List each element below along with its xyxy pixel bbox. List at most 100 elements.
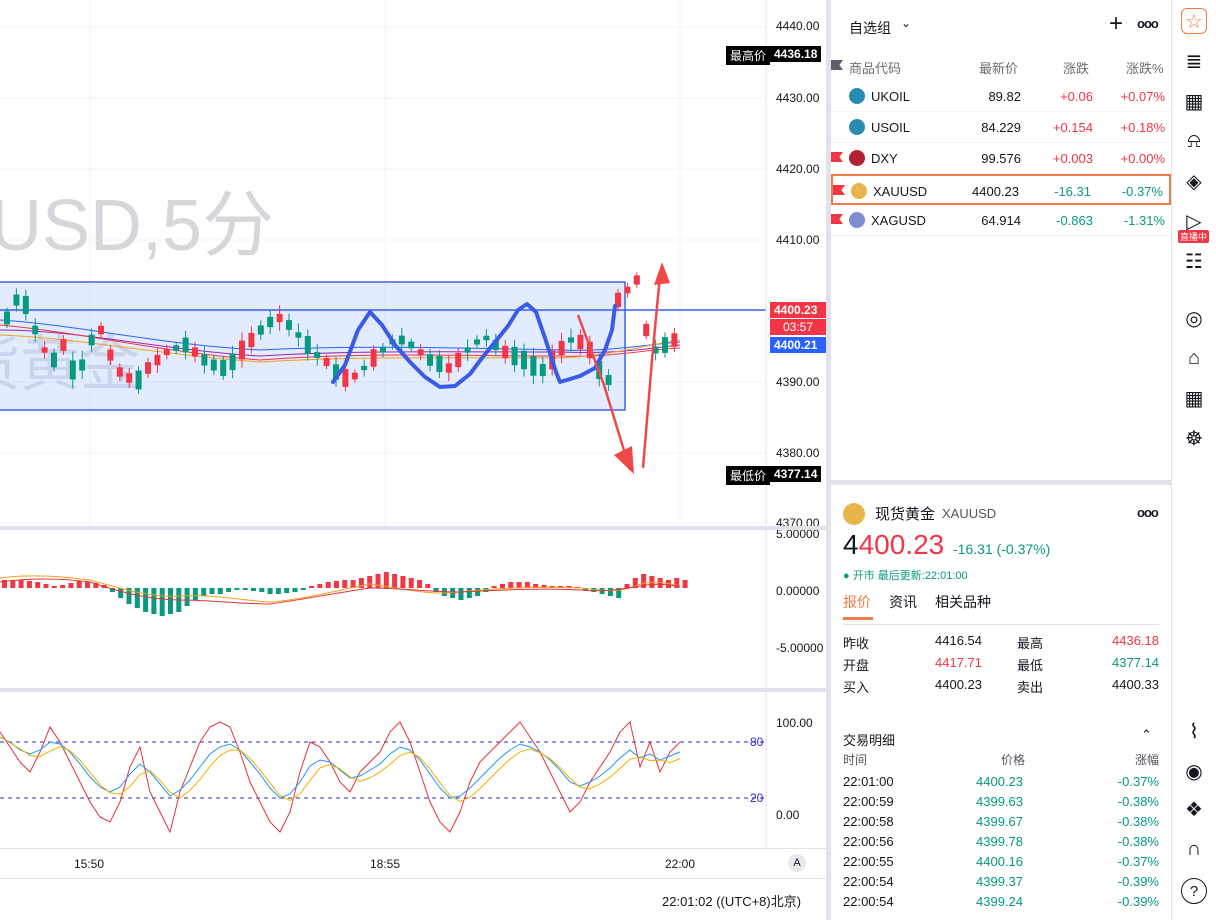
watchlist-icon[interactable]: ☆ — [1181, 8, 1207, 34]
tab-news[interactable]: 资讯 — [889, 592, 917, 612]
more-menu-button[interactable]: ooo — [1137, 505, 1159, 520]
macd-pane[interactable]: 5.00000 0.00000 -5.00000 — [0, 530, 826, 688]
candle-body — [229, 353, 236, 371]
macd-bar — [516, 582, 522, 588]
row-change: +0.154 — [1052, 120, 1093, 135]
trades-title: 交易明细 — [843, 733, 896, 748]
clock-timezone[interactable]: 22:01:02 ((UTC+8)北京) — [662, 891, 801, 910]
candle-body — [163, 348, 170, 356]
flag-icon[interactable] — [831, 60, 843, 70]
watchlist-header: 自选组 ⌄ + ooo — [831, 0, 1171, 50]
kdj-pane[interactable]: 100.00 0.00 80 20 — [0, 692, 826, 848]
candle-body — [98, 325, 104, 335]
tab-related[interactable]: 相关品种 — [935, 592, 991, 612]
quote-value: 4436.18 — [1112, 633, 1159, 648]
col-symbol[interactable]: 商品代码 — [849, 58, 901, 77]
col-last[interactable]: 最新价 — [979, 58, 1018, 77]
candle-body — [502, 345, 509, 359]
candle-body — [568, 337, 574, 343]
help-icon[interactable]: ? — [1181, 878, 1207, 904]
candle-body — [201, 354, 208, 366]
macd-bar — [35, 582, 41, 588]
macd-bar — [201, 588, 207, 596]
chevron-down-icon[interactable]: ⌄ — [901, 16, 911, 30]
watchlist-row[interactable]: XAUUSD 4400.23 -16.31 -0.37% — [831, 174, 1171, 205]
kdj-indicator[interactable] — [0, 692, 826, 848]
candle-body — [380, 347, 386, 353]
range-box-drawing[interactable] — [0, 281, 626, 411]
kdj-tick: 0.00 — [776, 808, 800, 822]
education-icon[interactable]: ⌂ — [1181, 345, 1207, 371]
flag-icon[interactable] — [831, 214, 843, 224]
trades-header: 时间 价格 涨幅 — [843, 751, 1159, 771]
drone-icon[interactable]: ◉ — [1181, 758, 1207, 784]
row-change-pct: -1.31% — [1123, 213, 1165, 228]
col-time: 时间 — [843, 753, 868, 767]
chart-area[interactable]: USD,5分 货黄金 4440.00 4430.00 4420.00 4410.… — [0, 0, 826, 920]
quote-label: 最低 — [1017, 658, 1044, 673]
handshake-icon[interactable]: ❖ — [1181, 796, 1207, 822]
market-status: ● 开市 最后更新:22:01:00 — [843, 570, 968, 582]
candle-body — [530, 356, 537, 376]
calendar-icon[interactable]: ▦ — [1181, 88, 1207, 114]
macd-bar — [217, 588, 223, 594]
watchlist-row[interactable]: DXY 99.576 +0.003 +0.00% — [831, 143, 1171, 174]
trade-row: 22:00:56 4399.78 -0.38% — [843, 834, 1159, 854]
candle-body — [398, 335, 405, 345]
quote-row: 买入 4400.23 卖出 4400.33 — [843, 677, 1159, 699]
tab-quote[interactable]: 报价 — [843, 592, 871, 612]
macd-bar — [259, 588, 265, 592]
candle-body — [192, 347, 198, 357]
grid-icon[interactable]: ▦ — [1181, 385, 1207, 411]
macd-indicator[interactable] — [0, 530, 826, 688]
kdj-level-20: 20 — [750, 791, 764, 805]
network-icon[interactable]: ☸ — [1181, 425, 1207, 451]
watchlist-title[interactable]: 自选组 — [849, 18, 891, 38]
more-menu-button[interactable]: ooo — [1137, 16, 1159, 31]
target-icon[interactable]: ◎ — [1181, 305, 1207, 331]
row-price: 89.82 — [988, 89, 1021, 104]
alert-icon[interactable]: ⍾ — [1181, 128, 1207, 154]
watchlist-row[interactable]: XAGUSD 64.914 -0.863 -1.31% — [831, 205, 1171, 236]
pulse-icon[interactable]: ⌇ — [1181, 718, 1207, 744]
time-axis[interactable]: 15:50 18:55 22:00 A — [0, 848, 826, 878]
detail-price-main: 400.23 — [858, 529, 945, 560]
col-change[interactable]: 涨跌 — [1063, 58, 1089, 77]
layers-icon[interactable]: ◈ — [1181, 168, 1207, 194]
candle-body — [286, 320, 292, 330]
row-price: 99.576 — [981, 151, 1021, 166]
auto-scale-button[interactable]: A — [788, 854, 806, 872]
row-change-pct: +0.07% — [1120, 89, 1165, 104]
macd-bar — [18, 580, 24, 588]
macd-bar — [60, 585, 66, 588]
headset-icon[interactable]: ∩ — [1181, 836, 1207, 862]
candle-body — [427, 354, 433, 366]
chat-icon[interactable]: ☷ — [1181, 248, 1207, 274]
add-symbol-button[interactable]: + — [1109, 10, 1123, 38]
quote-label: 开盘 — [843, 658, 870, 673]
price-tick: 4370.00 — [776, 516, 820, 526]
watchlist-row[interactable]: UKOIL 89.82 +0.06 +0.07% — [831, 81, 1171, 112]
up-arrow-drawing[interactable] — [641, 274, 662, 469]
chevron-up-icon[interactable]: ⌃ — [1141, 727, 1152, 743]
candle-body — [267, 316, 274, 328]
col-change-pct[interactable]: 涨跌% — [1126, 58, 1164, 77]
candle-body — [323, 357, 330, 367]
macd-bar — [51, 586, 57, 588]
last-price-tag: 4400.23 — [770, 302, 826, 318]
candle-body — [69, 360, 76, 380]
quote-value: 4400.23 — [935, 677, 982, 692]
news-icon[interactable]: ≣ — [1181, 48, 1207, 74]
divider — [843, 624, 1159, 625]
macd-bar — [425, 584, 431, 588]
flag-icon[interactable] — [831, 152, 843, 162]
candle-body — [135, 370, 142, 390]
tab-underline — [843, 617, 873, 620]
watchlist-row[interactable]: USOIL 84.229 +0.154 +0.18% — [831, 112, 1171, 143]
main-price-pane[interactable]: USD,5分 货黄金 4440.00 4430.00 4420.00 4410.… — [0, 0, 826, 526]
flag-icon[interactable] — [833, 185, 845, 195]
trade-time: 22:00:56 — [843, 834, 894, 849]
macd-tick: -5.00000 — [776, 641, 824, 655]
macd-bar — [242, 588, 248, 590]
candlestick-chart[interactable]: USD,5分 货黄金 — [0, 0, 826, 526]
